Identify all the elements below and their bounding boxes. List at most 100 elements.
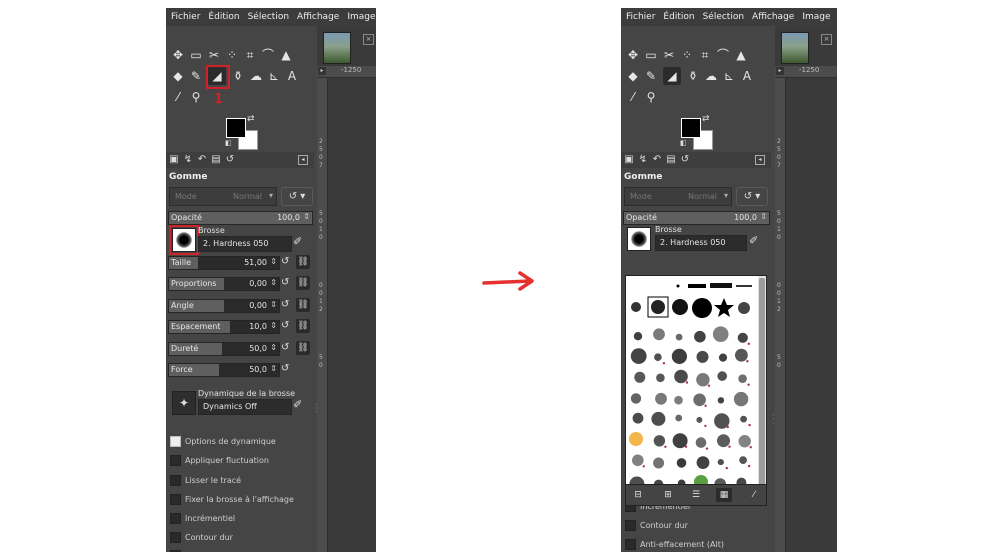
text-tool[interactable]: A: [738, 67, 756, 85]
brush-texture[interactable]: [676, 458, 687, 468]
brush-texture[interactable]: [735, 348, 748, 362]
lock-icon[interactable]: ⛓: [296, 319, 310, 333]
warp-icon[interactable]: ⌒: [714, 46, 732, 64]
smaller-previews-icon[interactable]: ⊟: [630, 488, 646, 502]
brush-texture[interactable]: [738, 374, 747, 383]
tab-images-icon[interactable]: ▤: [665, 152, 677, 168]
brush-soft[interactable]: [631, 302, 641, 312]
tab-tool-options-icon[interactable]: ▣: [168, 152, 180, 168]
brush-hardness[interactable]: [651, 300, 665, 314]
edit-brush-icon[interactable]: ⁄: [746, 488, 762, 502]
brush-texture[interactable]: [632, 454, 644, 467]
brush-animated-marker[interactable]: [642, 465, 645, 468]
smudge-icon[interactable]: ☁: [247, 67, 265, 85]
brush-texture[interactable]: [739, 456, 747, 464]
foreground-color-swatch[interactable]: [226, 118, 246, 138]
tab-images-icon[interactable]: ▤: [210, 152, 222, 168]
brush-texture[interactable]: [694, 330, 706, 343]
reset-icon[interactable]: ↺: [281, 299, 289, 310]
brush-animated-marker[interactable]: [747, 342, 750, 345]
menu-fichier[interactable]: Fichier: [621, 8, 658, 22]
rect-select-icon[interactable]: ▭: [187, 46, 205, 64]
smudge-icon[interactable]: ☁: [702, 67, 720, 85]
bucket-fill-icon[interactable]: ▲: [277, 46, 295, 64]
brush-texture[interactable]: [693, 393, 706, 407]
checkbox[interactable]: [170, 475, 181, 486]
brush-texture[interactable]: [696, 456, 710, 469]
mode-select[interactable]: Mode Normal ▾: [169, 187, 277, 206]
brush-animated-marker[interactable]: [725, 466, 728, 470]
brush-animated-marker[interactable]: [746, 360, 749, 363]
image-thumbnail[interactable]: [781, 32, 809, 64]
lock-icon[interactable]: ⛓: [296, 276, 310, 290]
mode-select[interactable]: Mode Normal ▾: [624, 187, 732, 206]
brush-texture[interactable]: [717, 459, 724, 466]
checkbox[interactable]: [170, 532, 181, 543]
brush-line[interactable]: [688, 284, 706, 288]
dynamics-icon[interactable]: ✦: [172, 391, 196, 415]
eraser-icon[interactable]: ◢: [663, 67, 681, 85]
bucket-fill-icon[interactable]: ▲: [732, 46, 750, 64]
foreground-color-swatch[interactable]: [681, 118, 701, 138]
popup-scrollbar-thumb[interactable]: [759, 278, 765, 488]
brush-animated-marker[interactable]: [664, 445, 667, 448]
brush-texture[interactable]: [654, 353, 662, 361]
checkbox-row[interactable]: Anti-effacement (Alt): [170, 550, 269, 552]
checkbox[interactable]: [170, 513, 181, 524]
brush-line[interactable]: [736, 285, 752, 287]
mode-reset-button[interactable]: ↺ ▾: [736, 187, 768, 206]
scissors-icon[interactable]: ✂: [205, 46, 223, 64]
configure-tab-icon[interactable]: ◂: [755, 155, 765, 165]
brush-animated-marker[interactable]: [747, 464, 751, 468]
brush-texture[interactable]: [674, 369, 688, 384]
edit-brush-icon[interactable]: ✐: [749, 234, 758, 247]
pencil-icon[interactable]: ✎: [187, 67, 205, 85]
checkbox-row[interactable]: Appliquer fluctuation: [170, 455, 269, 466]
measure-icon[interactable]: ⊾: [720, 67, 738, 85]
brush-texture[interactable]: [632, 412, 644, 424]
fuzzy-select-icon[interactable]: ⁘: [223, 46, 241, 64]
popup-scrollbar[interactable]: [758, 276, 766, 500]
brush-texture[interactable]: [653, 435, 666, 447]
brush-texture[interactable]: [738, 435, 751, 448]
brush-texture[interactable]: [675, 414, 683, 422]
mode-reset-button[interactable]: ↺ ▾: [281, 187, 313, 206]
move-icon[interactable]: ✥: [169, 46, 187, 64]
crop-icon[interactable]: ⌗: [696, 46, 714, 64]
tab-undo-icon[interactable]: ↶: [196, 152, 208, 168]
brush-texture[interactable]: [655, 392, 667, 405]
brush-animated-marker[interactable]: [704, 404, 707, 407]
checkbox[interactable]: [625, 520, 636, 531]
brush-animated-marker[interactable]: [704, 424, 707, 428]
brush-animated-marker[interactable]: [705, 447, 709, 450]
scissors-icon[interactable]: ✂: [660, 46, 678, 64]
brush-texture[interactable]: [651, 411, 666, 426]
close-icon[interactable]: ×: [821, 34, 832, 45]
measure-icon[interactable]: ⊾: [265, 67, 283, 85]
paint-fill-icon[interactable]: ◆: [169, 67, 187, 85]
menu-edition[interactable]: Édition: [658, 8, 697, 22]
brush-animated-marker[interactable]: [707, 384, 711, 387]
rect-select-icon[interactable]: ▭: [642, 46, 660, 64]
dock-resize-handle[interactable]: · · ·: [772, 412, 775, 428]
checkbox-row[interactable]: Anti-effacement (Alt): [625, 539, 724, 550]
brush-texture[interactable]: [675, 333, 683, 341]
grid-view-icon[interactable]: ▦: [716, 488, 732, 502]
brush-texture[interactable]: [737, 332, 748, 343]
slider-proportions[interactable]: Proportions 0,00 ⇕: [168, 277, 280, 291]
brush-texture[interactable]: [740, 415, 747, 423]
brush-animated-marker[interactable]: [662, 362, 666, 365]
text-tool[interactable]: A: [283, 67, 301, 85]
warp-icon[interactable]: ⌒: [259, 46, 277, 64]
brush-texture[interactable]: [653, 328, 665, 341]
menu-fichier[interactable]: Fichier: [166, 8, 203, 22]
brush-preview-button[interactable]: [627, 227, 651, 251]
color-picker-icon[interactable]: ⁄: [169, 88, 187, 106]
brush-animated-marker[interactable]: [749, 446, 752, 449]
brush-texture[interactable]: [671, 348, 687, 364]
brush-texture[interactable]: [717, 371, 727, 381]
pencil-icon[interactable]: ✎: [642, 67, 660, 85]
checkbox-row[interactable]: Fixer la brosse à l'affichage: [170, 494, 294, 505]
brush-texture[interactable]: [630, 348, 647, 364]
default-colors-icon[interactable]: ◧: [680, 139, 687, 147]
